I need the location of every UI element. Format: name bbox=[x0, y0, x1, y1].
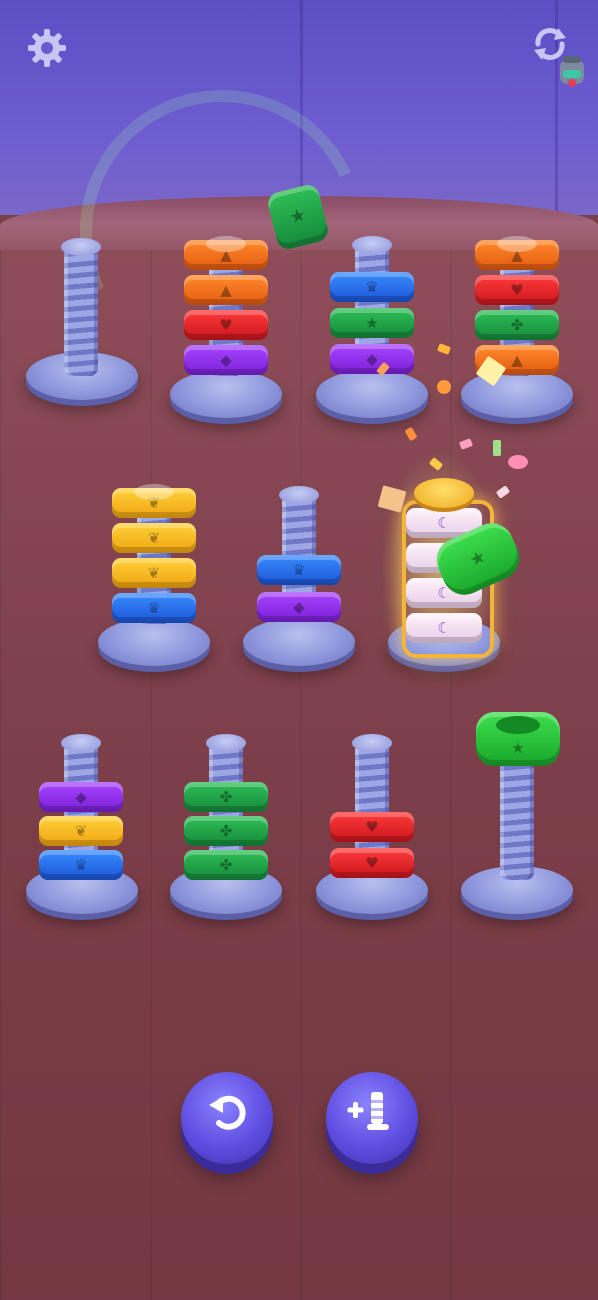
screw-top bbox=[206, 236, 246, 252]
nut-red[interactable]: ♥ bbox=[184, 310, 268, 340]
nut-purple[interactable]: ◆ bbox=[257, 592, 341, 622]
nut-red[interactable]: ♥ bbox=[330, 812, 414, 842]
confetti bbox=[437, 380, 451, 394]
undo-button[interactable] bbox=[181, 1072, 273, 1164]
screw-cap bbox=[61, 734, 101, 752]
nut-red[interactable]: ♥ bbox=[330, 848, 414, 878]
screw-top bbox=[497, 236, 537, 252]
screw-top bbox=[134, 484, 174, 500]
nut-purple[interactable]: ◆ bbox=[39, 782, 123, 812]
nut-purple[interactable]: ◆ bbox=[330, 344, 414, 374]
nut-green[interactable]: ✤ bbox=[184, 850, 268, 880]
screw-rod bbox=[64, 246, 98, 376]
nut-blue[interactable]: ♛ bbox=[330, 272, 414, 302]
nut-red[interactable]: ♥ bbox=[475, 275, 559, 305]
screw-cap bbox=[352, 236, 392, 254]
screw-cap bbox=[279, 486, 319, 504]
settings-button[interactable] bbox=[25, 26, 69, 70]
jar-icon bbox=[560, 56, 584, 87]
nut-blue[interactable]: ♛ bbox=[112, 593, 196, 623]
nut-green[interactable]: ★ bbox=[330, 308, 414, 338]
nut-green[interactable]: ✤ bbox=[184, 816, 268, 846]
screw-cap bbox=[206, 734, 246, 752]
add-screw-icon bbox=[326, 1072, 418, 1150]
screw-rod bbox=[500, 760, 534, 880]
add-screw-button[interactable] bbox=[326, 1072, 418, 1164]
nut-blue[interactable]: ♛ bbox=[39, 850, 123, 880]
confetti bbox=[493, 440, 501, 456]
screw-cap bbox=[352, 734, 392, 752]
gear-icon bbox=[28, 29, 66, 67]
nut-white[interactable]: ☾ bbox=[406, 613, 482, 643]
screw-base bbox=[243, 618, 355, 666]
gold-cap bbox=[414, 478, 474, 508]
nut-hole bbox=[496, 716, 540, 734]
confetti bbox=[508, 455, 528, 469]
screw-base bbox=[98, 618, 210, 666]
undo-icon bbox=[181, 1072, 273, 1150]
nut-yellow[interactable]: ❦ bbox=[112, 558, 196, 588]
nut-purple[interactable]: ◆ bbox=[184, 345, 268, 375]
screw-cap bbox=[61, 238, 101, 256]
nut-orange[interactable]: ▲ bbox=[184, 275, 268, 305]
screw-base bbox=[170, 370, 282, 418]
screw-base bbox=[316, 370, 428, 418]
nut-yellow[interactable]: ❦ bbox=[39, 816, 123, 846]
restart-button[interactable] bbox=[528, 24, 588, 88]
screw-base bbox=[461, 370, 573, 418]
nut-blue[interactable]: ♛ bbox=[257, 555, 341, 585]
nut-yellow[interactable]: ❦ bbox=[112, 523, 196, 553]
nut-green[interactable]: ✤ bbox=[475, 310, 559, 340]
nut-green[interactable]: ✤ bbox=[184, 782, 268, 812]
